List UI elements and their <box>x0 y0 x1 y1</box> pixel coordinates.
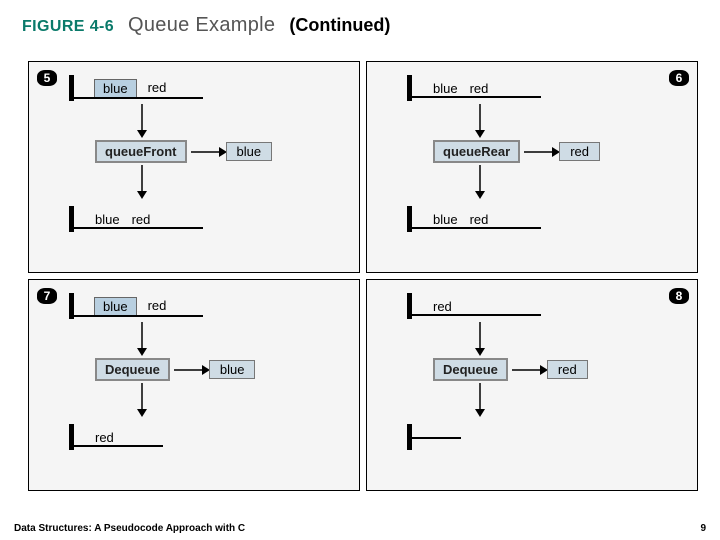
queue-slot: blue <box>95 80 136 97</box>
arrow-down-icon <box>135 322 149 356</box>
panels-grid: 5 blue red queueFront blue <box>28 61 698 491</box>
arrow-down-icon <box>135 165 149 199</box>
queue-underline <box>73 227 203 229</box>
arrow-down-icon <box>473 322 487 356</box>
queue-slot: red <box>148 298 167 315</box>
queue-slot: red <box>433 299 452 314</box>
queue-underline <box>411 314 541 316</box>
panel-8: 8 red Dequeue red <box>366 279 698 491</box>
queue-before: blue red <box>407 72 691 100</box>
arrow-down-icon <box>473 383 487 417</box>
figure-title: Queue Example <box>128 14 275 37</box>
operation-row: queueFront blue <box>97 142 353 161</box>
page-number: 9 <box>700 523 706 534</box>
queue-after <box>407 421 691 449</box>
arrow-right-icon <box>191 145 227 159</box>
queue-before: red <box>407 290 691 318</box>
operation-box: Dequeue <box>435 360 506 379</box>
queue-underline <box>73 315 203 317</box>
queue-before: blue red <box>69 290 353 318</box>
arrow-right-icon <box>174 363 210 377</box>
queue-after: blue red <box>407 203 691 231</box>
step-badge: 8 <box>669 288 689 304</box>
queue-slot: red <box>470 212 489 227</box>
operation-box: queueRear <box>435 142 518 161</box>
queue-slot: blue <box>433 81 458 96</box>
figure-label: FIGURE 4-6 <box>22 18 114 36</box>
operation-row: Dequeue blue <box>97 360 353 379</box>
queue-after: red <box>69 421 353 449</box>
output-value: blue <box>210 361 255 378</box>
operation-box: Dequeue <box>97 360 168 379</box>
queue-after: blue red <box>69 203 353 231</box>
arrow-down-icon <box>473 104 487 138</box>
queue-underline <box>411 227 541 229</box>
step-badge: 6 <box>669 70 689 86</box>
figure-continued: (Continued) <box>289 15 390 36</box>
queue-slot: red <box>132 212 151 227</box>
queue-slot: blue <box>95 298 136 315</box>
queue-slot: red <box>470 81 489 96</box>
operation-box: queueFront <box>97 142 185 161</box>
output-value: blue <box>227 143 272 160</box>
queue-underline <box>73 445 163 447</box>
queue-underline <box>411 96 541 98</box>
operation-row: queueRear red <box>435 142 691 161</box>
queue-slot: blue <box>95 212 120 227</box>
panel-7: 7 blue red Dequeue blue <box>28 279 360 491</box>
arrow-down-icon <box>473 165 487 199</box>
output-value: red <box>548 361 587 378</box>
queue-slot: red <box>148 80 167 97</box>
step-badge: 7 <box>37 288 57 304</box>
queue-underline <box>411 437 461 439</box>
panel-6: 6 blue red queueRear red <box>366 61 698 273</box>
queue-slot: blue <box>433 212 458 227</box>
output-value: red <box>560 143 599 160</box>
step-badge: 5 <box>37 70 57 86</box>
panel-5: 5 blue red queueFront blue <box>28 61 360 273</box>
queue-slot: red <box>95 430 114 445</box>
operation-row: Dequeue red <box>435 360 691 379</box>
queue-before: blue red <box>69 72 353 100</box>
queue-underline <box>73 97 203 99</box>
page-footer: Data Structures: A Pseudocode Approach w… <box>14 523 706 534</box>
arrow-down-icon <box>135 104 149 138</box>
arrow-right-icon <box>512 363 548 377</box>
arrow-right-icon <box>524 145 560 159</box>
book-title: Data Structures: A Pseudocode Approach w… <box>14 523 245 534</box>
arrow-down-icon <box>135 383 149 417</box>
figure-header: FIGURE 4-6 Queue Example (Continued) <box>0 0 720 43</box>
